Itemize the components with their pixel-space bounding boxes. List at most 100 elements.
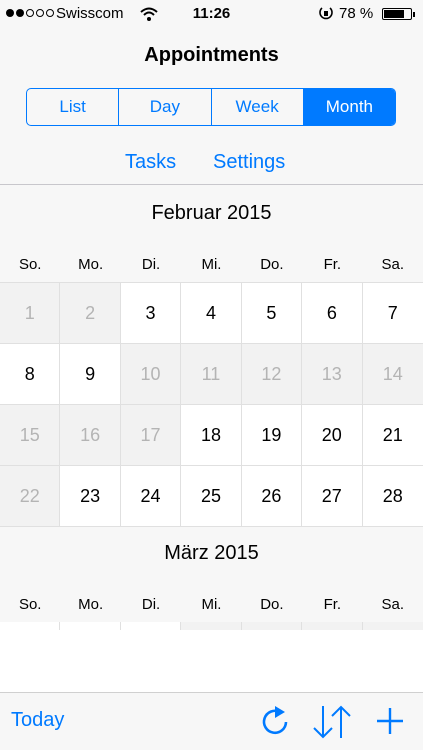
bottom-toolbar: Today xyxy=(0,692,423,750)
day-number: 22 xyxy=(19,485,40,506)
day-cell[interactable]: 2 xyxy=(60,283,121,344)
month-grid-february: 1 2 3 4 5 6 7 8 9 10 11 12 13 14 15 16 17 18 19 20 21 22 23 24 2… xyxy=(0,282,423,527)
day-number: 18 xyxy=(200,424,221,445)
day-cell[interactable]: 15 xyxy=(0,405,61,466)
weekday-label: Di. xyxy=(141,256,161,273)
day-number: 20 xyxy=(321,424,342,445)
day-number: 23 xyxy=(80,485,101,506)
day-number: 8 xyxy=(24,363,35,384)
day-number: 3 xyxy=(145,302,156,323)
day-number: 25 xyxy=(200,485,221,506)
day-cell[interactable]: 9 xyxy=(60,344,121,405)
day-cell[interactable] xyxy=(120,622,182,630)
day-cell[interactable]: 4 xyxy=(181,283,242,344)
day-cell[interactable]: 21 xyxy=(362,405,423,466)
day-cell[interactable]: 6 xyxy=(302,283,363,344)
day-cell[interactable]: 14 xyxy=(362,344,423,405)
weekday-label: So. xyxy=(18,596,42,613)
segment-month[interactable]: Month xyxy=(303,89,395,125)
day-number: 6 xyxy=(326,302,337,323)
segment-week[interactable]: Week xyxy=(212,89,304,125)
day-cell[interactable] xyxy=(362,622,423,630)
day-cell[interactable] xyxy=(302,622,363,630)
weekday-label: Mi. xyxy=(201,256,222,273)
day-cell[interactable]: 11 xyxy=(181,344,242,405)
segment-list[interactable]: List xyxy=(27,89,120,125)
month-title-february: Februar 2015 xyxy=(151,202,272,224)
day-cell[interactable]: 22 xyxy=(0,466,61,527)
month-grid-march xyxy=(0,622,423,630)
weekday-label: Mi. xyxy=(201,596,222,613)
month-title-march: März 2015 xyxy=(164,542,259,564)
day-number: 9 xyxy=(85,363,96,384)
day-number: 1 xyxy=(24,302,35,323)
day-cell[interactable]: 3 xyxy=(120,283,182,344)
weekday-label: Fr. xyxy=(323,256,342,273)
weekday-header: So. Mo. Di. Mi. Do. Fr. Sa. xyxy=(0,596,423,613)
weekday-label: Fr. xyxy=(323,596,342,613)
day-number: 4 xyxy=(205,302,216,323)
today-button[interactable]: Today xyxy=(11,709,64,732)
day-cell[interactable]: 23 xyxy=(60,466,121,527)
day-cell[interactable] xyxy=(0,622,61,630)
weekday-label: Mo. xyxy=(78,596,104,613)
day-cell[interactable]: 28 xyxy=(362,466,423,527)
day-number: 13 xyxy=(321,363,342,384)
tasks-link[interactable]: Tasks xyxy=(125,151,176,174)
day-number: 21 xyxy=(382,424,403,445)
day-cell[interactable]: 5 xyxy=(241,283,303,344)
weekday-label: Sa. xyxy=(381,596,404,613)
settings-link[interactable]: Settings xyxy=(213,151,285,174)
rotation-lock-icon xyxy=(319,7,333,20)
segment-day[interactable]: Day xyxy=(119,89,212,125)
day-cell[interactable]: 16 xyxy=(60,405,121,466)
day-cell[interactable]: 12 xyxy=(241,344,303,405)
calendar-scroll-area xyxy=(0,630,423,692)
day-number: 10 xyxy=(140,363,161,384)
day-cell[interactable]: 8 xyxy=(0,344,61,405)
day-cell[interactable]: 18 xyxy=(181,405,242,466)
refresh-icon[interactable] xyxy=(259,704,291,738)
day-cell[interactable]: 20 xyxy=(302,405,363,466)
day-cell[interactable]: 19 xyxy=(241,405,303,466)
day-cell[interactable]: 25 xyxy=(181,466,242,527)
weekday-label: Do. xyxy=(260,596,284,613)
day-cell[interactable]: 13 xyxy=(302,344,363,405)
day-number: 2 xyxy=(85,302,96,323)
day-number: 16 xyxy=(80,424,101,445)
weekday-label: So. xyxy=(18,256,42,273)
day-number: 19 xyxy=(261,424,282,445)
status-bar: Swisscom 11:26 78 % xyxy=(0,0,423,28)
day-number: 26 xyxy=(261,485,282,506)
day-cell[interactable]: 27 xyxy=(302,466,363,527)
day-number: 24 xyxy=(140,485,161,506)
sort-icon[interactable] xyxy=(310,704,354,740)
day-cell[interactable]: 10 xyxy=(120,344,182,405)
weekday-label: Sa. xyxy=(381,256,404,273)
day-number: 27 xyxy=(321,485,342,506)
day-cell[interactable]: 17 xyxy=(120,405,182,466)
day-number: 7 xyxy=(387,302,398,323)
weekday-header: So. Mo. Di. Mi. Do. Fr. Sa. xyxy=(0,256,423,273)
day-cell[interactable] xyxy=(241,622,303,630)
divider xyxy=(0,184,423,185)
day-cell[interactable]: 24 xyxy=(120,466,182,527)
day-cell[interactable]: 26 xyxy=(241,466,303,527)
weekday-label: Do. xyxy=(260,256,284,273)
day-cell[interactable]: 7 xyxy=(362,283,423,344)
day-cell[interactable] xyxy=(181,622,242,630)
day-number: 28 xyxy=(382,485,403,506)
add-icon[interactable] xyxy=(376,707,404,735)
battery-icon xyxy=(382,8,415,20)
weekday-label: Mo. xyxy=(78,256,104,273)
day-cell[interactable] xyxy=(60,622,121,630)
day-number: 17 xyxy=(140,424,161,445)
weekday-label: Di. xyxy=(141,596,161,613)
day-number: 5 xyxy=(266,302,277,323)
day-number: 14 xyxy=(382,363,403,384)
day-number: 12 xyxy=(261,363,282,384)
day-number: 15 xyxy=(19,424,40,445)
day-cell[interactable]: 1 xyxy=(0,283,61,344)
battery-percent: 78 % xyxy=(339,5,374,22)
view-segmented-control: List Day Week Month xyxy=(26,88,396,126)
